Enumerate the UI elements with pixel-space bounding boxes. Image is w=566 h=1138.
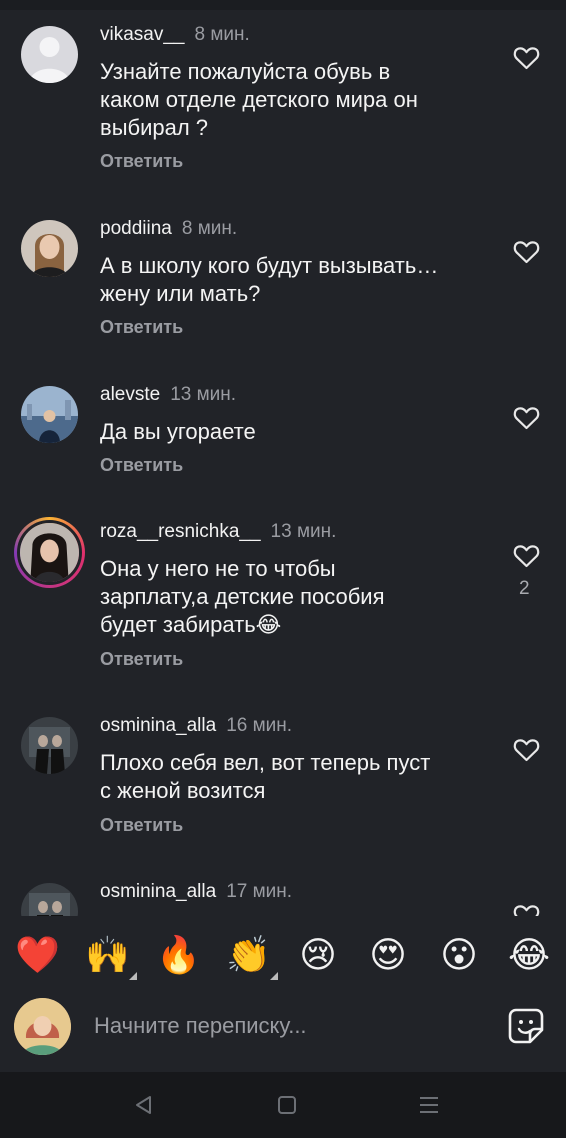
comment-time: 17 мин.	[226, 881, 293, 902]
heart-outline-icon	[513, 47, 540, 70]
heart-outline-icon	[513, 905, 540, 916]
avatar[interactable]	[21, 26, 78, 83]
reply-button[interactable]: Ответить	[100, 151, 183, 172]
avatar[interactable]	[21, 220, 78, 277]
system-navigation-bar	[0, 1072, 566, 1138]
comment-input[interactable]	[94, 1009, 484, 1043]
comment-text-line: зарплату,а детские пособия	[100, 584, 385, 609]
comment-text-line: А в школу кого будут вызывать…	[100, 253, 439, 278]
comment-meta: roza__resnichka__ 13 мин.	[100, 521, 336, 543]
comment-username[interactable]: poddiina	[100, 218, 172, 239]
sticker-button[interactable]	[507, 1007, 545, 1045]
comment-text: Плохо себя вел, вот теперь пуст с женой …	[100, 749, 490, 805]
emoji-tears-of-joy[interactable]: 😂	[507, 934, 551, 978]
comment-username[interactable]: osminina_alla	[100, 715, 216, 736]
comment-username[interactable]: vikasav__	[100, 24, 185, 45]
emoji-surprised-face[interactable]: 😮	[437, 934, 481, 978]
avatar[interactable]	[21, 717, 78, 774]
home-square-icon	[278, 1096, 296, 1114]
comment-meta: osminina_alla 17 мин.	[100, 881, 292, 903]
comment-username[interactable]: roza__resnichka__	[100, 521, 261, 542]
comment-composer	[0, 992, 566, 1072]
like-button[interactable]	[513, 544, 540, 568]
reply-button[interactable]: Ответить	[100, 317, 183, 338]
comment-time: 13 мин.	[170, 384, 237, 405]
emoji-red-heart[interactable]: ❤️	[15, 934, 60, 978]
comment-time: 13 мин.	[270, 521, 337, 542]
heart-outline-icon	[513, 545, 540, 568]
like-button[interactable]	[513, 738, 540, 762]
like-button[interactable]	[513, 46, 540, 70]
comment-meta: alevste 13 мин.	[100, 384, 236, 406]
comment-text-line: будет забирать😂	[100, 612, 282, 637]
comment-time: 8 мин.	[181, 218, 238, 239]
like-button[interactable]	[513, 904, 540, 916]
sticker-icon	[508, 1008, 544, 1044]
emoji-clapping-hands[interactable]: 👏	[226, 934, 278, 980]
comment-text-line: Узнайте пожалуйста обувь в	[100, 59, 391, 84]
like-count: 2	[519, 578, 530, 599]
skin-tone-indicator	[129, 972, 137, 980]
like-button[interactable]	[513, 406, 540, 430]
comment-text-line: выбирал ?	[100, 115, 209, 140]
emoji-glyph: 🙌	[85, 935, 130, 976]
recents-lines-icon	[420, 1097, 438, 1113]
emoji-raised-hands[interactable]: 🙌	[85, 934, 137, 980]
comment-text-line: Она у него не то чтобы	[100, 556, 336, 581]
home-button[interactable]	[274, 1092, 300, 1118]
comment-username[interactable]: alevste	[100, 384, 160, 405]
avatar[interactable]	[21, 386, 78, 443]
comment-meta: poddiina 8 мин.	[100, 218, 237, 240]
comment-text: Она у него не то чтобы зарплату,а детски…	[100, 555, 490, 639]
heart-outline-icon	[513, 407, 540, 430]
emoji-crying-face[interactable]: 😢	[296, 934, 340, 978]
comment-text-line: каком отделе детского мира он	[100, 87, 418, 112]
comment-text-line: Да вы угораете	[100, 419, 256, 444]
recents-button[interactable]	[416, 1092, 442, 1118]
comment-text-line: жену или мать?	[100, 281, 261, 306]
emoji-fire[interactable]: 🔥	[156, 934, 201, 978]
heart-outline-icon	[513, 739, 540, 762]
emoji-glyph: 👏	[226, 935, 271, 976]
avatar[interactable]	[21, 883, 78, 916]
comments-list[interactable]: vikasav__ 8 мин. Узнайте пожалуйста обувь…	[0, 0, 566, 916]
back-triangle-icon	[136, 1096, 151, 1114]
comment-text: Узнайте пожалуйста обувь в каком отделе …	[100, 58, 490, 142]
emoji-reaction-bar: ❤️ 🙌 🔥 👏 😢 😍 😮 😂	[0, 916, 566, 992]
like-button[interactable]	[513, 240, 540, 264]
current-user-avatar	[14, 998, 71, 1055]
emoji-heart-eyes[interactable]: 😍	[366, 934, 410, 978]
avatar-with-story-ring[interactable]	[14, 517, 85, 588]
back-button[interactable]	[131, 1092, 157, 1118]
reply-button[interactable]: Ответить	[100, 815, 183, 836]
comment-text-line: Плохо себя вел, вот теперь пуст	[100, 750, 431, 775]
comment-text: Да вы угораете	[100, 418, 490, 446]
heart-outline-icon	[513, 241, 540, 264]
comment-meta: osminina_alla 16 мин.	[100, 715, 292, 737]
comment-text: А в школу кого будут вызывать… жену или …	[100, 252, 490, 308]
comment-time: 16 мин.	[226, 715, 293, 736]
reply-button[interactable]: Ответить	[100, 649, 183, 670]
skin-tone-indicator	[270, 972, 278, 980]
comment-meta: vikasav__ 8 мин.	[100, 24, 250, 46]
comment-username[interactable]: osminina_alla	[100, 881, 216, 902]
reply-button[interactable]: Ответить	[100, 455, 183, 476]
comment-text-line: с женой возится	[100, 778, 266, 803]
comment-time: 8 мин.	[194, 24, 250, 45]
